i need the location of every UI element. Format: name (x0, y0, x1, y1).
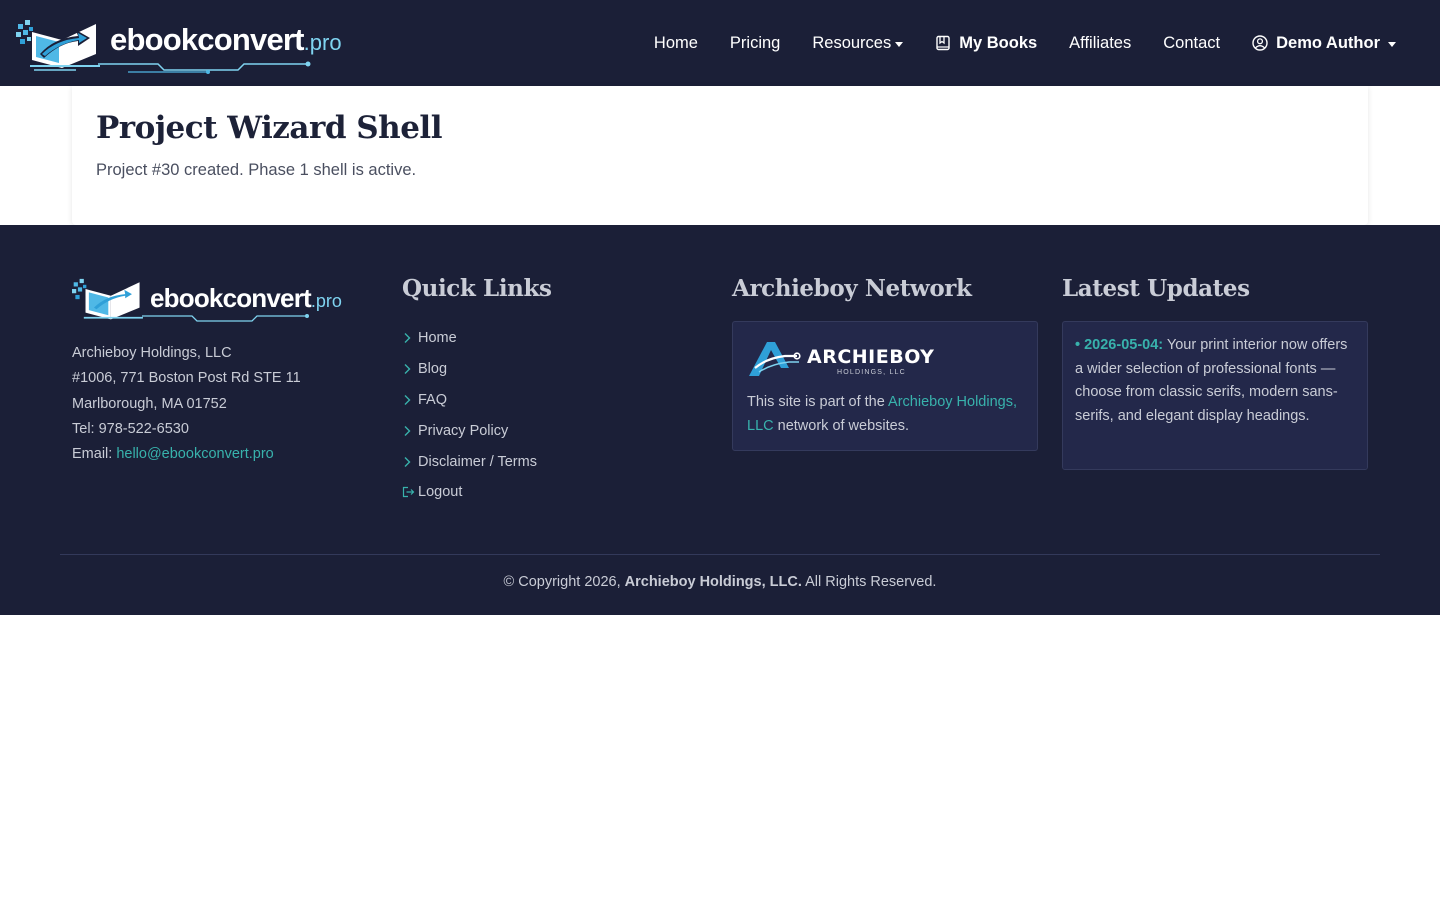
book-logo-icon (16, 20, 100, 71)
nav-links: Home Pricing Resources My Books Affiliat… (638, 0, 1412, 86)
nav-resources-label: Resources (812, 33, 892, 52)
nav-contact[interactable]: Contact (1147, 34, 1236, 53)
archieboy-logo-text: ARCHIEBOY (807, 346, 935, 368)
brand-name: ebookconvert.pro (110, 22, 342, 57)
updates-heading: Latest Updates (1062, 275, 1250, 302)
caret-down-icon (1388, 41, 1396, 47)
quick-link-blog[interactable]: Blog (402, 354, 537, 385)
project-card: Project Wizard Shell Project #30 created… (72, 86, 1368, 225)
book-logo-icon (72, 278, 143, 320)
email-label: Email: (72, 446, 117, 463)
quick-links-list: Home Blog FAQ Privacy Policy Disclaimer … (402, 323, 537, 508)
user-circle-icon (1252, 35, 1268, 51)
footer: ebookconvert.pro Archieboy Holdings, LLC… (0, 225, 1440, 615)
archieboy-logo-sub: HOLDINGS, LLC (837, 369, 906, 376)
nav-home-label: Home (653, 33, 698, 52)
quick-link-faq[interactable]: FAQ (402, 385, 537, 416)
chevron-right-icon (402, 425, 418, 437)
caret-down-icon (895, 41, 904, 47)
archieboy-logo-icon (749, 342, 801, 376)
company-name: Archieboy Holdings, LLC (72, 345, 232, 361)
network-card: ARCHIEBOY HOLDINGS, LLC This site is par… (732, 321, 1038, 451)
nav-pricing[interactable]: Pricing (714, 34, 796, 53)
copyright: © Copyright 2026, Archieboy Holdings, LL… (503, 574, 937, 590)
phone-number: Tel: 978-522-6530 (72, 420, 189, 437)
circuit-lines-decor (98, 61, 311, 74)
nav-pricing-label: Pricing (729, 33, 781, 52)
nav-user-dropdown[interactable]: Demo Author (1236, 34, 1412, 53)
main-content: Project Wizard Shell Project #30 created… (0, 86, 1440, 225)
updates-card[interactable]: • 2026-05-04: Your print interior now of… (1062, 321, 1368, 470)
nav-affiliates[interactable]: Affiliates (1053, 34, 1147, 53)
footer-divider (60, 554, 1380, 555)
quick-link-privacy[interactable]: Privacy Policy (402, 415, 537, 446)
network-description: This site is part of the Archieboy Holdi… (747, 394, 1018, 434)
nav-my-books[interactable]: My Books (919, 34, 1053, 53)
updates-scroll-fade (1063, 457, 1367, 469)
nav-affiliates-label: Affiliates (1069, 33, 1132, 52)
email-link[interactable]: hello@ebookconvert.pro (116, 446, 273, 462)
email-row: Email: hello@ebookconvert.pro (72, 442, 301, 467)
chevron-right-icon (402, 394, 418, 406)
address-line-2: Marlborough, MA 01752 (72, 395, 227, 412)
chevron-right-icon (402, 332, 418, 344)
footer-brand-logo[interactable]: ebookconvert.pro (72, 277, 342, 323)
brand-logo[interactable]: ebookconvert.pro (16, 18, 342, 74)
logout-icon (402, 486, 418, 498)
page-title: Project Wizard Shell (96, 110, 443, 146)
top-navbar: ebookconvert.pro Home Pricing Resources … (0, 0, 1440, 86)
book-icon (935, 35, 951, 51)
archieboy-logo[interactable]: ARCHIEBOY HOLDINGS, LLC (747, 338, 947, 378)
update-item: • 2026-05-04: Your print interior now of… (1075, 334, 1357, 429)
network-heading: Archieboy Network (732, 275, 972, 302)
quick-link-logout[interactable]: Logout (402, 477, 537, 508)
quick-link-home[interactable]: Home (402, 323, 537, 354)
nav-home[interactable]: Home (638, 34, 714, 53)
update-date: 2026-05-04: (1084, 337, 1164, 353)
quick-links-heading: Quick Links (402, 275, 552, 302)
circuit-lines-decor (142, 314, 309, 322)
footer-address: Archieboy Holdings, LLC #1006, 771 Bosto… (72, 341, 301, 467)
nav-my-books-label: My Books (959, 33, 1038, 52)
page-subtitle: Project #30 created. Phase 1 shell is ac… (96, 161, 417, 179)
chevron-right-icon (402, 456, 418, 468)
nav-contact-label: Contact (1163, 33, 1221, 52)
address-line-1: #1006, 771 Boston Post Rd STE 11 (72, 370, 301, 387)
footer-brand-name: ebookconvert.pro (150, 283, 342, 313)
copyright-company: Archieboy Holdings, LLC. (624, 574, 802, 590)
nav-user-label: Demo Author (1276, 33, 1380, 52)
nav-resources-dropdown[interactable]: Resources (796, 34, 919, 53)
quick-link-disclaimer[interactable]: Disclaimer / Terms (402, 446, 537, 477)
update-bullet: • (1075, 337, 1081, 353)
chevron-right-icon (402, 363, 418, 375)
